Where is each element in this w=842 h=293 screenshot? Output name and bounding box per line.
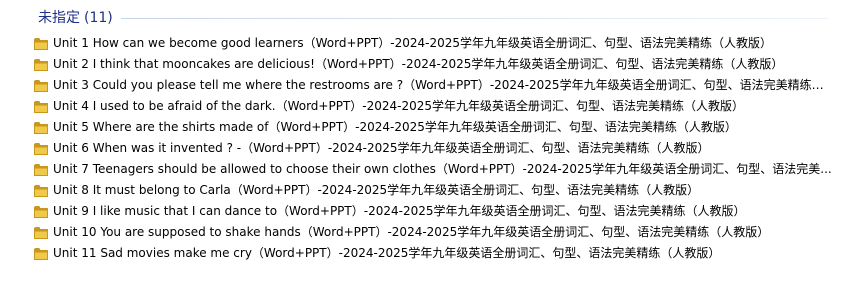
list-item[interactable]: Unit 10 You are supposed to shake hands（…: [34, 222, 834, 243]
folder-icon: [34, 205, 48, 218]
file-name: Unit 11 Sad movies make me cry（Word+PPT）…: [53, 246, 721, 260]
group-header[interactable]: 未指定 (11): [38, 6, 828, 30]
file-name: Unit 10 You are supposed to shake hands（…: [53, 225, 770, 239]
list-item[interactable]: Unit 2 I think that mooncakes are delici…: [34, 54, 834, 75]
file-name: Unit 2 I think that mooncakes are delici…: [53, 57, 784, 71]
folder-icon: [34, 121, 48, 134]
file-name: Unit 6 When was it invented ? -（Word+PPT…: [53, 141, 710, 155]
group-count: (11): [84, 10, 113, 26]
file-name: Unit 7 Teenagers should be allowed to ch…: [53, 162, 832, 176]
file-list: Unit 1 How can we become good learners（W…: [34, 33, 834, 264]
folder-icon: [34, 184, 48, 197]
file-name: Unit 3 Could you please tell me where th…: [53, 78, 834, 92]
list-item[interactable]: Unit 4 I used to be afraid of the dark.（…: [34, 96, 834, 117]
file-name: Unit 5 Where are the shirts made of（Word…: [53, 120, 737, 134]
folder-icon: [34, 163, 48, 176]
folder-icon: [34, 37, 48, 50]
list-item[interactable]: Unit 5 Where are the shirts made of（Word…: [34, 117, 834, 138]
file-name: Unit 9 I like music that I can dance to（…: [53, 204, 746, 218]
list-item[interactable]: Unit 3 Could you please tell me where th…: [34, 75, 834, 96]
folder-icon: [34, 142, 48, 155]
file-name: Unit 8 It must belong to Carla（Word+PPT）…: [53, 183, 700, 197]
group-divider: [120, 17, 828, 19]
list-item[interactable]: Unit 8 It must belong to Carla（Word+PPT）…: [34, 180, 834, 201]
list-item[interactable]: Unit 7 Teenagers should be allowed to ch…: [34, 159, 834, 180]
group-title: 未指定: [38, 10, 80, 26]
folder-icon: [34, 79, 48, 92]
file-name: Unit 1 How can we become good learners（W…: [53, 36, 773, 50]
folder-icon: [34, 58, 48, 71]
list-item[interactable]: Unit 1 How can we become good learners（W…: [34, 33, 834, 54]
folder-icon: [34, 226, 48, 239]
list-item[interactable]: Unit 11 Sad movies make me cry（Word+PPT）…: [34, 243, 834, 264]
list-item[interactable]: Unit 6 When was it invented ? -（Word+PPT…: [34, 138, 834, 159]
folder-icon: [34, 100, 48, 113]
file-name: Unit 4 I used to be afraid of the dark.（…: [53, 99, 745, 113]
list-item[interactable]: Unit 9 I like music that I can dance to（…: [34, 201, 834, 222]
folder-icon: [34, 247, 48, 260]
